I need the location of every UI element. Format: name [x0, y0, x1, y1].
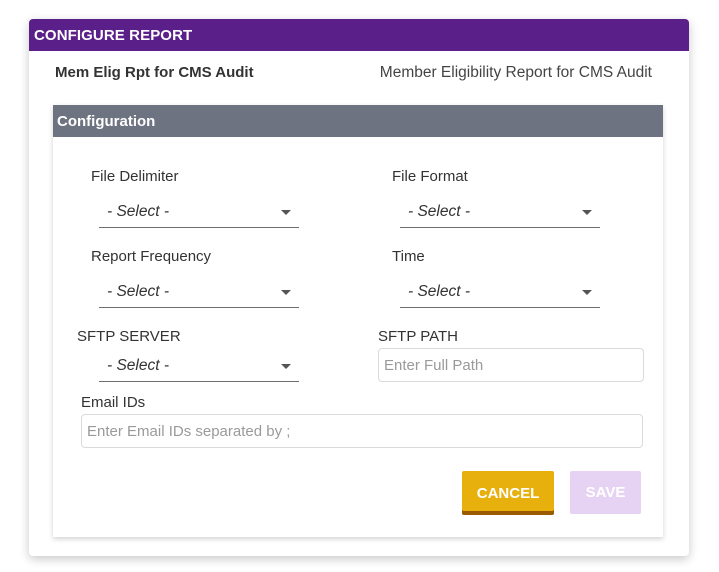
cancel-button[interactable]: CANCEL — [462, 471, 554, 515]
file-format-select[interactable]: - Select - — [400, 197, 600, 228]
sftp-path-input[interactable] — [378, 348, 644, 382]
file-format-value: - Select - — [408, 203, 471, 220]
file-delimiter-value: - Select - — [107, 203, 170, 220]
configuration-title: Configuration — [53, 105, 663, 137]
file-delimiter-label: File Delimiter — [91, 168, 179, 185]
save-button[interactable]: SAVE — [570, 471, 641, 514]
chevron-down-icon — [582, 210, 592, 215]
sftp-server-select[interactable]: - Select - — [99, 351, 299, 382]
chevron-down-icon — [281, 290, 291, 295]
email-ids-input[interactable] — [81, 414, 643, 448]
report-frequency-label: Report Frequency — [91, 248, 212, 265]
email-ids-label: Email IDs — [81, 394, 146, 411]
report-description: Member Eligibility Report for CMS Audit — [379, 64, 652, 81]
sftp-server-value: - Select - — [107, 357, 170, 374]
report-frequency-select[interactable]: - Select - — [99, 277, 299, 308]
report-frequency-value: - Select - — [107, 283, 170, 300]
time-select[interactable]: - Select - — [400, 277, 600, 308]
file-format-label: File Format — [392, 168, 468, 185]
configure-report-dialog: CONFIGURE REPORT Mem Elig Rpt for CMS Au… — [29, 19, 689, 556]
chevron-down-icon — [582, 290, 592, 295]
time-value: - Select - — [408, 283, 471, 300]
sftp-server-label: SFTP SERVER — [77, 328, 181, 345]
chevron-down-icon — [281, 210, 291, 215]
chevron-down-icon — [281, 364, 291, 369]
time-label: Time — [392, 248, 425, 265]
report-name: Mem Elig Rpt for CMS Audit — [55, 64, 254, 81]
sftp-path-label: SFTP PATH — [378, 328, 459, 345]
file-delimiter-select[interactable]: - Select - — [99, 197, 299, 228]
dialog-title: CONFIGURE REPORT — [29, 19, 689, 51]
